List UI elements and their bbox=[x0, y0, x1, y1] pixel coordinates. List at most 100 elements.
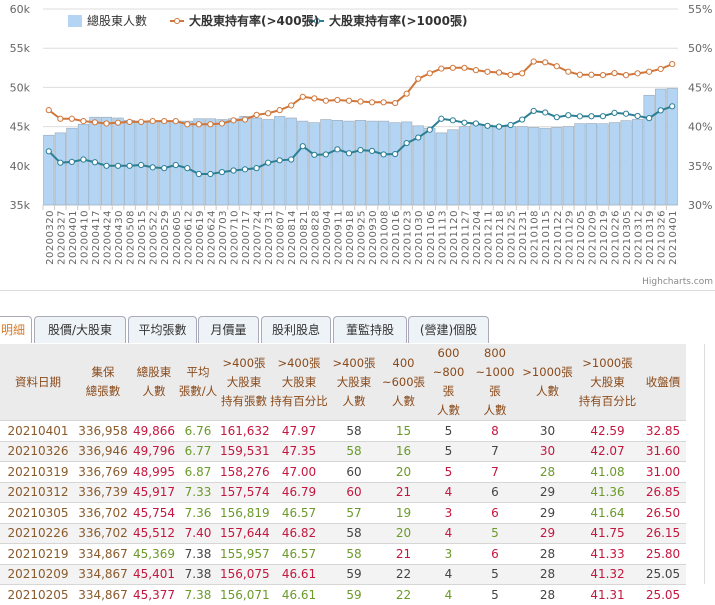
tab-director-holdings[interactable]: 董監持股 bbox=[333, 316, 407, 343]
x-tick-label: 20210129 bbox=[564, 210, 575, 265]
table-cell: 20210305 bbox=[0, 502, 76, 523]
header-line: 人數 bbox=[392, 393, 415, 408]
data-point bbox=[426, 126, 433, 133]
table-row[interactable]: 20210312 336,739 45,917 7.33 157,574 46.79 60 2… bbox=[0, 481, 686, 503]
scrollbar-edge[interactable] bbox=[704, 344, 705, 584]
x-tick-label: 20210205 bbox=[576, 210, 587, 265]
data-point bbox=[461, 119, 468, 126]
tab-price-major-holders[interactable]: 股價/大股東 bbox=[34, 316, 126, 343]
tab-dividends[interactable]: 股利股息 bbox=[261, 316, 331, 343]
header-line: 人數 bbox=[437, 403, 460, 417]
data-point bbox=[207, 121, 214, 128]
data-point bbox=[380, 151, 387, 158]
data-point bbox=[345, 97, 353, 104]
column-header[interactable]: 集保 總張數 bbox=[76, 344, 130, 421]
data-point bbox=[195, 170, 202, 178]
header-line: 800 bbox=[484, 346, 506, 360]
table-cell: 156,071 bbox=[218, 584, 270, 605]
table-row[interactable]: 20210326 336,946 49,796 6.77 159,531 47.35 58 1… bbox=[0, 440, 686, 462]
data-point bbox=[611, 109, 618, 116]
tab-construction-stocks[interactable]: (營建)個股 bbox=[408, 316, 489, 343]
x-tick-label: 20201008 bbox=[380, 210, 391, 265]
header-line: ~800張 bbox=[432, 365, 465, 398]
table-cell: 45,401 bbox=[130, 563, 178, 585]
table-cell: 25.05 bbox=[640, 584, 686, 605]
bar bbox=[54, 132, 66, 206]
table-cell: 30 bbox=[520, 440, 575, 462]
table-row[interactable]: 20210401 336,958 49,866 6.76 161,632 47.97 58 1… bbox=[0, 420, 686, 441]
data-point bbox=[161, 165, 168, 172]
table-row[interactable]: 20210219 334,867 45,369 7.38 155,957 46.57 58 2… bbox=[0, 543, 686, 564]
table-cell: 7.38 bbox=[178, 543, 218, 564]
x-tick-label: 20200320 bbox=[45, 210, 56, 265]
table-cell: 4 bbox=[427, 584, 470, 605]
bar bbox=[505, 126, 517, 206]
data-point bbox=[265, 159, 272, 166]
column-header[interactable]: >400張 大股東 持有張數 bbox=[218, 344, 270, 421]
legend-item[interactable]: 大股東持有率(>1000張) bbox=[329, 13, 467, 28]
header-line: 600 bbox=[437, 346, 460, 360]
data-point bbox=[646, 68, 653, 75]
table-cell: 155,957 bbox=[218, 543, 270, 564]
bar bbox=[181, 120, 193, 206]
data-point bbox=[484, 68, 491, 75]
header-line: 資料日期 bbox=[15, 374, 61, 389]
data-point bbox=[622, 71, 630, 79]
table-cell: 20 bbox=[380, 522, 427, 544]
column-header[interactable]: 總股東 人數 bbox=[130, 344, 178, 421]
column-header[interactable]: 平均 張數/人 bbox=[178, 344, 218, 421]
table-row[interactable]: 20210319 336,769 48,995 6.87 158,276 47.00 60 2… bbox=[0, 461, 686, 482]
column-header[interactable]: >1000張 大股東 持有百分比 bbox=[575, 344, 640, 421]
data-point bbox=[472, 67, 480, 74]
table-cell: 46.79 bbox=[270, 481, 328, 503]
data-point bbox=[599, 71, 607, 79]
data-point bbox=[241, 116, 249, 123]
column-header[interactable]: 400 ~600張 人數 bbox=[380, 344, 427, 421]
table-row[interactable]: 20210209 334,867 45,401 7.38 156,075 46.61 59 2… bbox=[0, 563, 686, 585]
column-header[interactable]: >400張 大股東 持有百分比 bbox=[270, 344, 328, 421]
data-point bbox=[553, 114, 560, 121]
bar bbox=[193, 118, 205, 206]
data-point bbox=[438, 115, 445, 122]
table-row[interactable]: 20210205 334,867 45,377 7.38 156,071 46.61 59 2… bbox=[0, 584, 686, 605]
data-point bbox=[426, 70, 433, 77]
table-cell: 48,995 bbox=[130, 461, 178, 482]
legend-item[interactable]: 大股東持有率(>400張) bbox=[189, 13, 319, 28]
table-cell: 3 bbox=[427, 502, 470, 523]
data-point bbox=[403, 139, 410, 147]
header-line: 人數 bbox=[342, 393, 366, 408]
data-point bbox=[114, 162, 122, 169]
column-header[interactable]: 800 ~1000張 人數 bbox=[470, 344, 520, 421]
legend-item[interactable]: 總股東人數 bbox=[87, 13, 147, 28]
highcharts-credits[interactable]: Highcharts.com bbox=[642, 277, 713, 287]
table-cell: 45,377 bbox=[130, 584, 178, 605]
table-cell: 59 bbox=[328, 584, 380, 605]
tab-average-lots[interactable]: 平均張數 bbox=[128, 316, 197, 343]
bar bbox=[147, 120, 159, 206]
table-cell: 6.76 bbox=[178, 420, 218, 441]
table-row[interactable]: 20210226 336,702 45,512 7.40 157,644 46.82 58 2… bbox=[0, 522, 686, 544]
column-header[interactable]: 600 ~800張人數 bbox=[427, 344, 470, 421]
x-tick-label: 20200821 bbox=[299, 210, 310, 265]
x-tick-label: 20210115 bbox=[541, 210, 552, 265]
table-cell: 41.32 bbox=[575, 563, 640, 585]
header-line: 大股東 bbox=[336, 374, 372, 389]
bar bbox=[158, 120, 170, 206]
table-row[interactable]: 20210305 336,702 45,754 7.36 156,819 46.57 57 1… bbox=[0, 502, 686, 523]
x-tick-label: 20201113 bbox=[437, 210, 448, 265]
bar bbox=[227, 118, 240, 206]
data-point bbox=[472, 120, 480, 127]
column-header[interactable]: >1000張 人數 bbox=[520, 344, 575, 421]
column-header[interactable]: 收盤價 bbox=[640, 344, 686, 421]
column-header[interactable]: >400張大股東人數 bbox=[328, 344, 380, 421]
bar bbox=[424, 127, 436, 206]
header-line: >400張 bbox=[332, 355, 376, 370]
bar bbox=[481, 124, 494, 206]
data-point bbox=[611, 70, 618, 77]
tab-monthly-price-volume[interactable]: 月價量 bbox=[198, 316, 259, 343]
tab-detail[interactable]: 明細 bbox=[0, 316, 32, 343]
x-tick-label: 20210226 bbox=[611, 210, 622, 265]
column-header[interactable]: 資料日期 bbox=[0, 344, 76, 421]
table-cell: 336,958 bbox=[76, 420, 130, 441]
table-cell: 20210319 bbox=[0, 461, 76, 482]
